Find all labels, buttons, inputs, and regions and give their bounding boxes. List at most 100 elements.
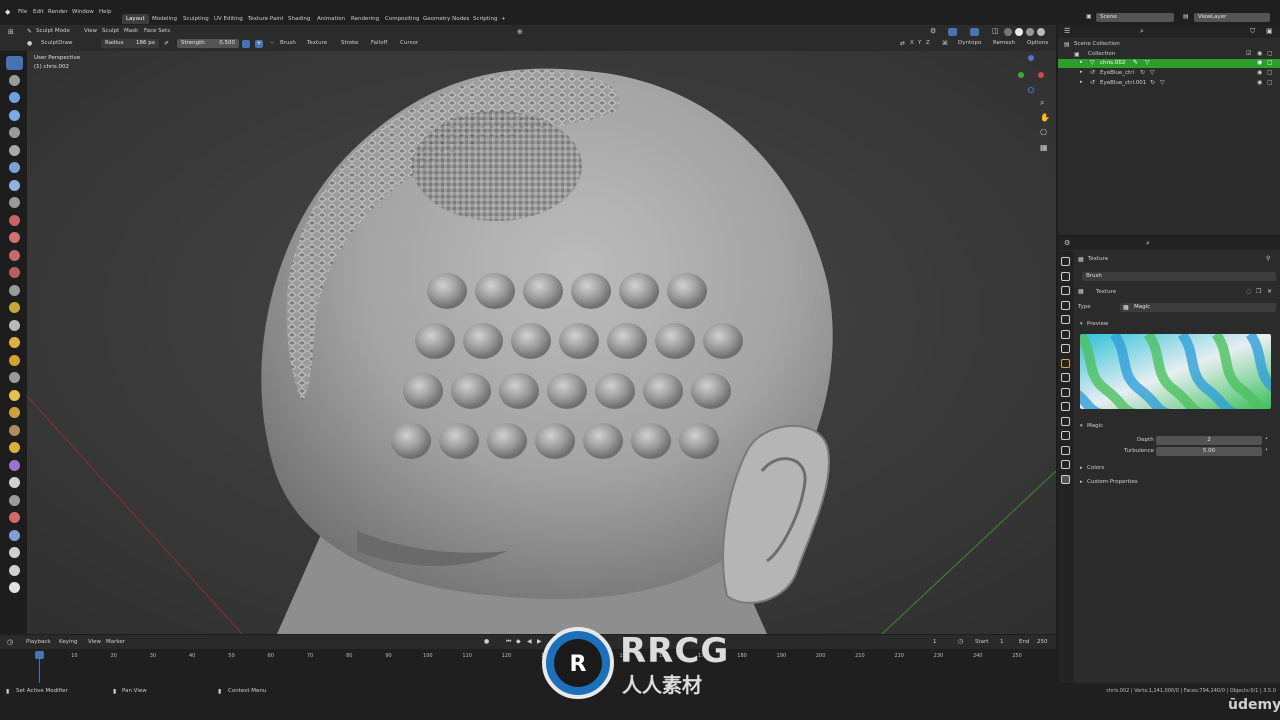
gizmo-z-axis-icon[interactable] xyxy=(1028,55,1034,61)
sculpt-tool-icon[interactable] xyxy=(9,179,20,191)
constraint-icon[interactable]: ↻ xyxy=(1140,69,1145,76)
properties-tab-icon[interactable] xyxy=(1061,373,1070,382)
preview-section-label[interactable]: Preview xyxy=(1087,321,1108,327)
sculpt-tool-icon[interactable] xyxy=(9,354,20,366)
scene-collection-label[interactable]: Scene Collection xyxy=(1074,41,1120,47)
sculpt-tool-icon[interactable] xyxy=(9,389,20,401)
curve-data-icon[interactable]: ▽ xyxy=(1160,79,1165,86)
properties-tab-icon[interactable] xyxy=(1061,257,1070,266)
sculpt-tool-icon[interactable] xyxy=(9,372,20,383)
menu-marker[interactable]: Marker xyxy=(106,639,125,645)
sculpt-tool-icon[interactable] xyxy=(9,127,20,138)
sculpt-tool-icon[interactable] xyxy=(9,197,20,208)
symmetry-lock-icon[interactable]: ⌘ xyxy=(942,40,948,47)
collection-visibility-icon[interactable]: ◉ xyxy=(1257,50,1262,57)
properties-search-icon[interactable]: ⌕ xyxy=(1146,239,1150,248)
mesh-data-icon[interactable]: ▽ xyxy=(1145,59,1150,66)
view-layer-selector[interactable]: ViewLayer xyxy=(1194,13,1270,22)
sculpt-tool-icon[interactable] xyxy=(9,302,20,313)
brush-slot-selector[interactable]: Brush xyxy=(1082,272,1276,281)
turbulence-field[interactable]: 5.00 xyxy=(1156,447,1262,456)
expand-arrow-icon[interactable]: ▸ xyxy=(1080,59,1083,65)
zoom-icon[interactable]: ⌕ xyxy=(1040,98,1044,108)
current-frame-field[interactable]: 1 xyxy=(933,639,937,645)
menu-file[interactable]: File xyxy=(18,9,27,15)
shading-material-icon[interactable] xyxy=(1026,28,1034,36)
xray-icon[interactable]: ◫ xyxy=(992,27,999,35)
row-visibility-icon[interactable]: ◉ xyxy=(1257,59,1262,66)
camera-icon[interactable]: ⎔ xyxy=(1040,128,1047,137)
sculpt-tool-icon[interactable] xyxy=(9,529,20,541)
shading-wireframe-icon[interactable] xyxy=(1004,28,1012,36)
texture-name-field[interactable]: Texture xyxy=(1096,289,1116,295)
gizmo-toggle-icon[interactable] xyxy=(948,28,957,36)
pin-icon[interactable]: ⚲ xyxy=(1266,255,1270,262)
play-reverse-icon[interactable]: ◀ xyxy=(527,638,532,645)
axis-y-toggle[interactable]: Y xyxy=(918,40,921,46)
properties-editor-icon[interactable]: ⚙ xyxy=(1064,239,1070,247)
jump-start-icon[interactable]: ⏮ xyxy=(506,638,511,646)
row-render-icon[interactable]: ▢ xyxy=(1267,59,1273,66)
unlink-icon[interactable]: ✕ xyxy=(1267,288,1272,295)
navigation-gizmo[interactable] xyxy=(1011,55,1051,97)
sculpt-tool-icon[interactable] xyxy=(9,74,20,86)
sculpt-tool-icon[interactable] xyxy=(9,337,20,348)
sculpt-tool-icon[interactable] xyxy=(9,144,20,156)
properties-tab-icon[interactable] xyxy=(1061,358,1070,368)
stroke-dropdown[interactable]: Stroke xyxy=(341,40,359,46)
properties-tab-icon[interactable] xyxy=(1061,344,1070,353)
outliner-row-eyeblue-001[interactable]: ▸ ↺ EyeBlue_ctrl.001 ↻ ▽ ◉ ▢ xyxy=(1058,79,1280,88)
pressure-strength-icon[interactable] xyxy=(242,40,250,48)
mirror-icon[interactable]: ⇄ xyxy=(900,40,905,47)
record-icon[interactable]: ● xyxy=(484,638,489,645)
menu-keying[interactable]: Keying xyxy=(59,639,77,645)
properties-tab-icon[interactable] xyxy=(1061,387,1070,397)
properties-tab-icon[interactable] xyxy=(1061,286,1070,295)
shading-solid-icon[interactable] xyxy=(1015,28,1023,36)
add-workspace-button[interactable]: + xyxy=(497,14,510,24)
menu-timeline-view[interactable]: View xyxy=(88,639,101,645)
tab-compositing[interactable]: Compositing xyxy=(381,14,423,24)
tab-shading[interactable]: Shading xyxy=(284,14,314,24)
menu-render[interactable]: Render xyxy=(48,9,68,15)
expand-arrow-icon[interactable]: ▸ xyxy=(1080,79,1083,85)
visibility-icon[interactable]: ⚙ xyxy=(930,27,936,35)
menu-face-sets[interactable]: Face Sets xyxy=(144,28,170,34)
sculpt-tool-icon[interactable] xyxy=(9,582,20,593)
properties-tab-icon[interactable] xyxy=(1061,460,1070,469)
mode-selector[interactable]: Sculpt Mode xyxy=(36,28,70,34)
properties-tab-icon[interactable] xyxy=(1061,474,1070,484)
playhead-marker[interactable] xyxy=(35,651,44,659)
sculpt-tool-icon[interactable] xyxy=(9,109,20,121)
turbulence-keyframe-icon[interactable]: • xyxy=(1265,447,1268,453)
outliner-search-icon[interactable]: ⌕ xyxy=(1140,27,1144,36)
scene-selector[interactable]: Scene xyxy=(1096,13,1174,22)
tab-texture-paint[interactable]: Texture Paint xyxy=(244,14,288,24)
overlay-toggle-icon[interactable] xyxy=(970,28,979,36)
tab-uv-editing[interactable]: UV Editing xyxy=(210,14,247,24)
sculpt-tool-icon[interactable] xyxy=(9,477,20,488)
properties-tab-icon[interactable] xyxy=(1061,300,1070,310)
collection-checkbox-icon[interactable]: ☑ xyxy=(1246,50,1251,57)
row-visibility-icon[interactable]: ◉ xyxy=(1257,69,1262,76)
row-render-icon[interactable]: ▢ xyxy=(1267,69,1273,76)
sculpt-tool-icon[interactable] xyxy=(9,459,20,471)
depth-keyframe-icon[interactable]: • xyxy=(1265,436,1268,442)
brush-dropdown[interactable]: Brush xyxy=(280,40,296,46)
colors-section-label[interactable]: Colors xyxy=(1087,465,1104,471)
menu-playback[interactable]: Playback xyxy=(26,639,51,645)
remesh-dropdown[interactable]: Remesh xyxy=(993,40,1015,46)
custom-props-expand-icon[interactable]: ▸ xyxy=(1080,479,1083,485)
dyntopo-toggle[interactable]: Dyntopo xyxy=(958,40,981,46)
falloff-dropdown[interactable]: Falloff xyxy=(371,40,387,46)
sculpt-tool-icon[interactable] xyxy=(9,512,20,523)
options-dropdown[interactable]: Options xyxy=(1027,40,1048,46)
tab-layout[interactable]: Layout xyxy=(122,14,149,24)
gizmo-y-axis-icon[interactable] xyxy=(1018,72,1024,78)
constraint-icon[interactable]: ↻ xyxy=(1150,79,1155,86)
properties-tab-icon[interactable] xyxy=(1061,271,1070,281)
pan-hand-icon[interactable]: ✋ xyxy=(1040,113,1050,122)
axis-z-toggle[interactable]: Z xyxy=(926,40,930,46)
preview-collapse-icon[interactable]: ▾ xyxy=(1080,321,1083,327)
cursor-dropdown[interactable]: Cursor xyxy=(400,40,418,46)
